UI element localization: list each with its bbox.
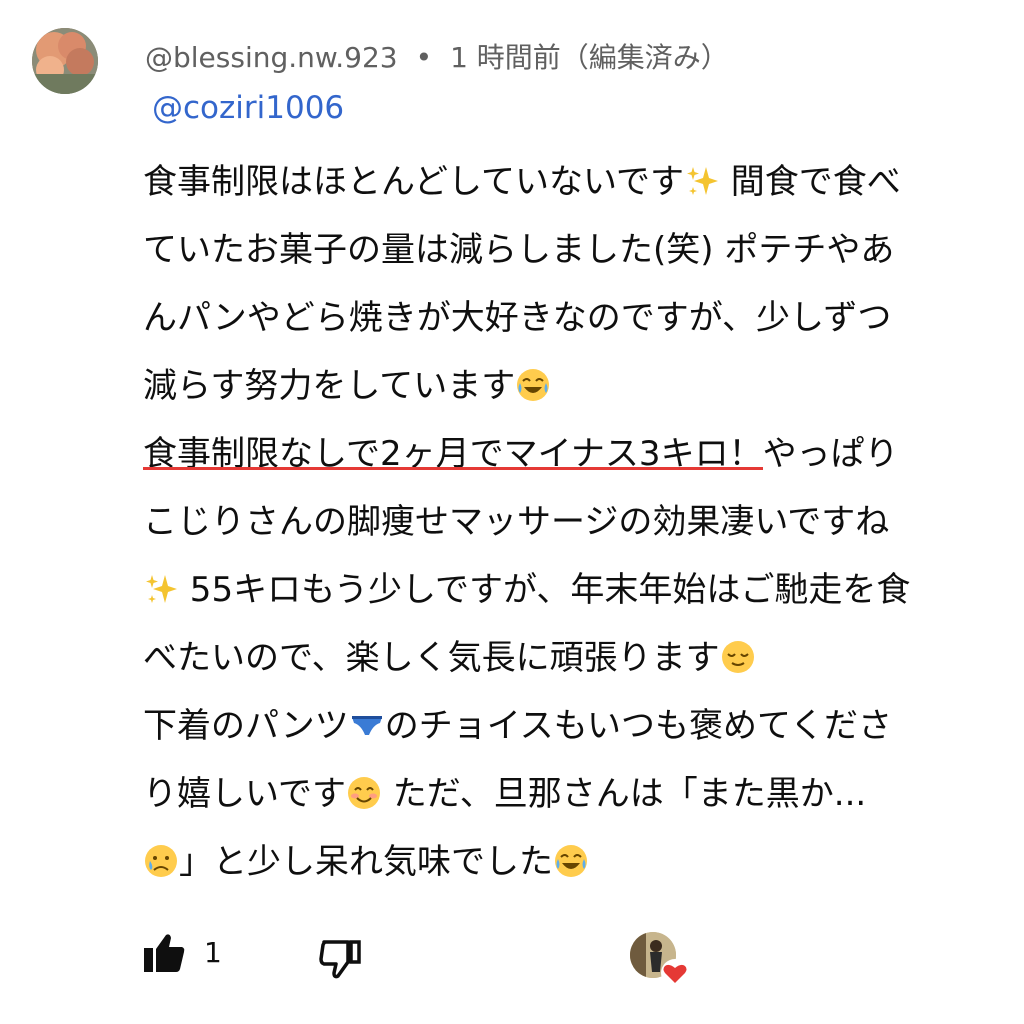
comment-line: 」と少し呆れ気味でした [143, 828, 1013, 896]
comment-line: 食事制限はほとんどしていないです 間食で食べ [143, 148, 1013, 216]
sparkles-icon [684, 154, 720, 195]
comment-body: 食事制限はほとんどしていないです 間食で食べ ていたお菓子の量は減らしました(笑… [143, 148, 1013, 896]
comment-line: 減らす努力をしています [143, 352, 1013, 420]
line-text: んパンやどら焼きが大好きなのですが、少しずつ [143, 298, 892, 338]
comment-line: 55キロもう少しですが、年末年始はご馳走を食 [143, 556, 1013, 624]
dislike-button[interactable] [318, 938, 362, 980]
comment-time: 1 時間前（編集済み） [450, 41, 729, 74]
sparkles-icon [143, 562, 179, 603]
comment-line: べたいので、楽しく気長に頑張ります [143, 624, 1013, 692]
author-name[interactable]: @blessing.nw.923 [145, 41, 398, 74]
blush-emoji-icon [346, 766, 382, 809]
comment-line: んパンやどら焼きが大好きなのですが、少しずつ [143, 284, 1013, 352]
comment-line: 食事制限なしで2ヶ月でマイナス3キロ！やっぱり [143, 420, 1013, 488]
line-text: 減らす努力をしています [143, 366, 516, 406]
like-button[interactable] [142, 932, 186, 974]
line-text: 間食で食べ [719, 162, 901, 202]
joy-emoji-icon [553, 834, 589, 877]
line-text: ただ、旦那さんは「また黒か... [381, 774, 867, 814]
comment-header: @blessing.nw.923 • 1 時間前（編集済み） [145, 36, 729, 80]
briefs-icon [349, 698, 385, 735]
line-text: 」と少し呆れ気味でした [179, 842, 553, 882]
line-text: べたいので、楽しく気長に頑張ります [143, 638, 720, 678]
sad-emoji-icon [143, 834, 179, 877]
line-text: やっぱり [762, 434, 899, 474]
reply-mention[interactable]: @coziri1006 [152, 90, 344, 126]
comment-line: ていたお菓子の量は減らしました(笑) ポテチやあ [143, 216, 1013, 284]
line-text: のチョイスもいつも褒めてくださ [384, 706, 892, 746]
line-text: 下着のパンツ [143, 706, 349, 746]
line-text: 食事制限はほとんどしていないです [143, 162, 684, 202]
thumbs-up-filled-icon [144, 934, 185, 972]
comment-line: 下着のパンツ のチョイスもいつも褒めてくださ [143, 692, 1013, 760]
thumbs-down-outline-icon [319, 940, 361, 979]
comment-actions: 1 [0, 920, 1024, 990]
joy-emoji-icon [515, 358, 551, 401]
relieved-emoji-icon [720, 630, 756, 673]
line-text: こじりさんの脚痩せマッサージの効果凄いですね [143, 502, 890, 542]
line-text: 55キロもう少しですが、年末年始はご馳走を食 [179, 570, 911, 610]
heart-icon [661, 959, 689, 987]
comment-thread: @blessing.nw.923 • 1 時間前（編集済み） @coziri1006… [0, 0, 1024, 1024]
author-avatar[interactable] [32, 28, 98, 94]
comment-line: こじりさんの脚痩せマッサージの効果凄いですね [143, 488, 1013, 556]
line-text: ていたお菓子の量は減らしました(笑) ポテチやあ [143, 230, 895, 270]
header-separator: • [415, 41, 433, 74]
highlighted-text: 食事制限なしで2ヶ月でマイナス3キロ！ [143, 434, 763, 474]
comment-line: り嬉しいです ただ、旦那さんは「また黒か... [143, 760, 1013, 828]
creator-heart[interactable] [630, 932, 690, 992]
like-count: 1 [204, 936, 222, 969]
line-text: り嬉しいです [143, 774, 346, 814]
